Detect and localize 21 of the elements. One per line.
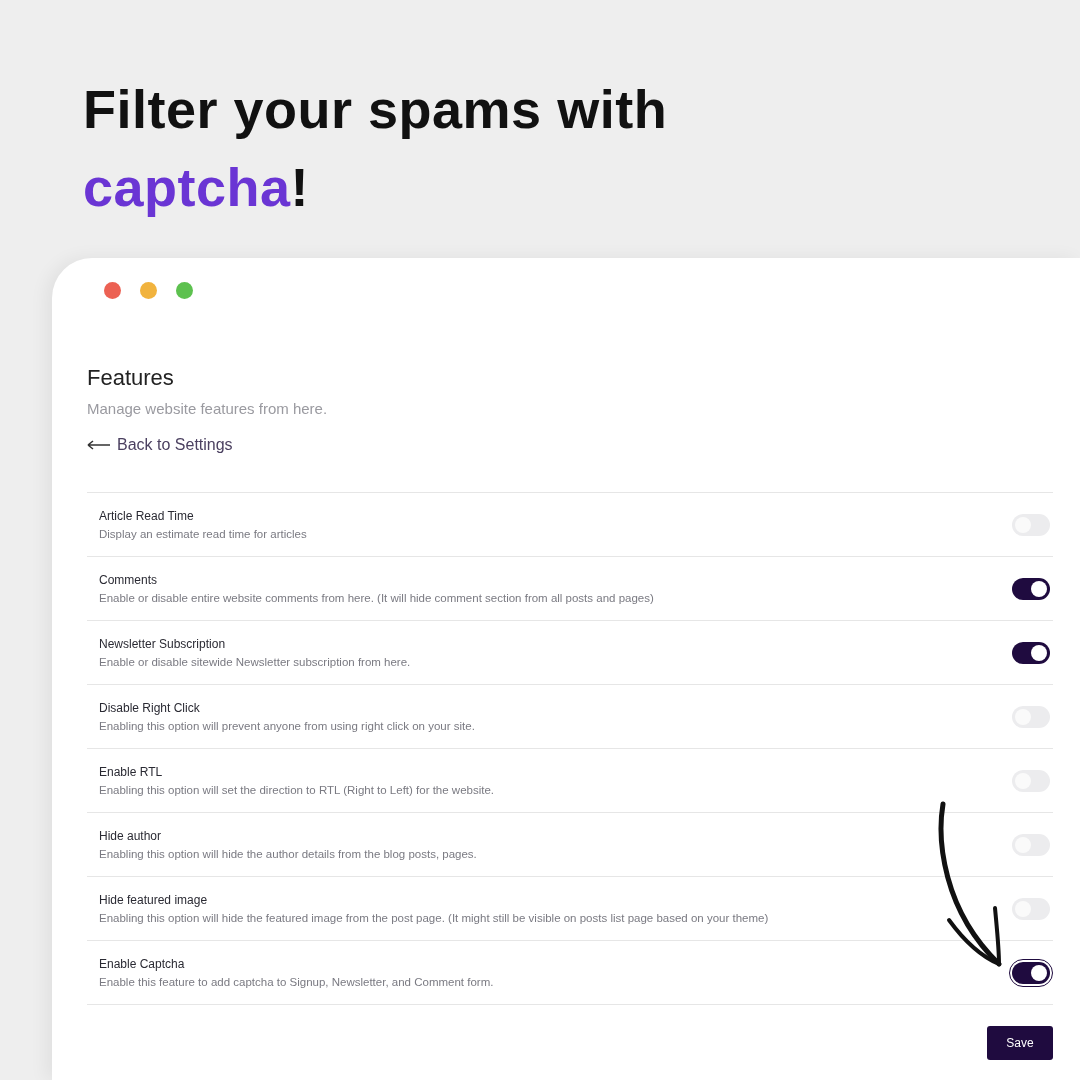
feature-description: Enable or disable sitewide Newsletter subscription from here. (99, 656, 411, 668)
feature-title: Hide featured image (99, 893, 209, 907)
feature-description: Enabling this option will set the direction to RTL (Right to Left) for the website. (99, 784, 495, 796)
feature-title: Hide author (99, 829, 163, 843)
feature-description: Enable this feature to add captcha to Signup, Newsletter, and Comment form. (99, 976, 494, 988)
headline: Filter your spams with captcha! (82, 78, 669, 219)
page-title: Features (87, 365, 175, 391)
feature-description: Display an estimate read time for articles (99, 528, 307, 540)
feature-description: Enabling this option will prevent anyone from using right click on your site. (99, 720, 475, 732)
feature-title: Disable Right Click (99, 701, 201, 715)
save-button[interactable]: Save (987, 1026, 1053, 1060)
feature-description: Enabling this option will hide the author details from the blog posts, pages. (99, 848, 477, 860)
feature-title: Enable Captcha (99, 957, 186, 971)
page-subtitle: Manage website features from here. (87, 400, 329, 417)
back-link[interactable]: Back to Settings (87, 436, 233, 454)
feature-title: Comments (99, 573, 158, 587)
feature-description: Enabling this option will hide the featured image from the post page. (It might still be visible on posts list page based on your theme) (99, 912, 769, 924)
feature-title: Newsletter Subscription (99, 637, 227, 651)
feature-title: Article Read Time (99, 509, 195, 523)
feature-description: Enable or disable entire website comments from here. (It will hide comment section from all posts and pages) (99, 592, 654, 604)
feature-title: Enable RTL (99, 765, 164, 779)
